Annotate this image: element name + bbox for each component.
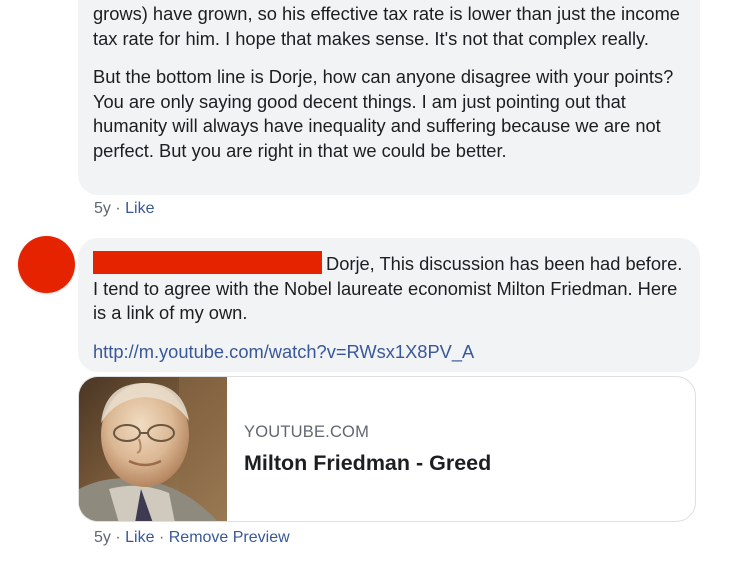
meta-separator: · bbox=[115, 529, 121, 546]
meta-separator: · bbox=[158, 529, 165, 546]
video-thumbnail bbox=[79, 377, 227, 521]
comment-paragraph: grows) have grown, so his effective tax … bbox=[93, 3, 680, 49]
avatar[interactable] bbox=[18, 236, 75, 293]
comment-bubble: grows) have grown, so his effective tax … bbox=[78, 0, 700, 195]
redacted-author-name bbox=[93, 251, 322, 274]
comment-text-line: Dorje, This discussion has been had befo… bbox=[93, 251, 684, 326]
comment-meta: 5y · Like · Remove Preview bbox=[94, 528, 290, 548]
like-link[interactable]: Like bbox=[125, 529, 154, 546]
remove-preview-link[interactable]: Remove Preview bbox=[169, 529, 290, 546]
comment-url-link[interactable]: http://m.youtube.com/watch?v=RWsx1X8PV_A bbox=[93, 340, 684, 365]
comment-paragraph: But the bottom line is Dorje, how can an… bbox=[93, 66, 674, 161]
comment-bubble: Dorje, This discussion has been had befo… bbox=[78, 238, 700, 372]
link-preview-card[interactable]: YOUTUBE.COM Milton Friedman - Greed bbox=[78, 376, 696, 522]
like-link[interactable]: Like bbox=[125, 200, 154, 217]
comment-timestamp[interactable]: 5y bbox=[94, 200, 111, 217]
preview-title[interactable]: Milton Friedman - Greed bbox=[244, 451, 491, 476]
comment-meta: 5y · Like bbox=[94, 199, 155, 219]
preview-domain: YOUTUBE.COM bbox=[244, 423, 370, 441]
meta-separator: · bbox=[115, 200, 121, 217]
comment-timestamp[interactable]: 5y bbox=[94, 529, 111, 546]
comment-thread: grows) have grown, so his effective tax … bbox=[0, 0, 756, 568]
